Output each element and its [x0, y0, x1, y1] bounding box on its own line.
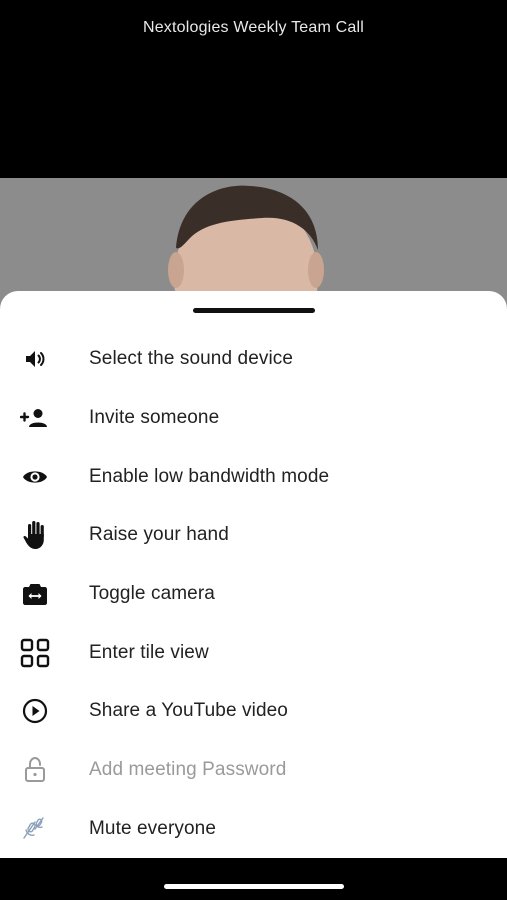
menu-item-label: Invite someone: [89, 407, 220, 429]
menu-item-label: Mute everyone: [89, 817, 216, 839]
menu-item-mute-everyone[interactable]: Mute everyone: [0, 800, 507, 859]
system-bottom-bar: [0, 858, 507, 900]
call-header: Nextologies Weekly Team Call: [0, 0, 507, 178]
menu-item-label: Add meeting Password: [89, 759, 287, 781]
lock-icon: [20, 755, 50, 785]
menu-item-label: Share a YouTube video: [89, 700, 288, 722]
switch-camera-icon: [20, 579, 50, 609]
menu-item-label: Raise your hand: [89, 524, 229, 546]
menu-item-low-bandwidth[interactable]: Enable low bandwidth mode: [0, 447, 507, 506]
menu-item-tile-view[interactable]: Enter tile view: [0, 623, 507, 682]
tile-grid-icon: [20, 638, 50, 668]
overflow-menu-list: Select the sound device Invite someone E…: [0, 330, 507, 858]
play-circle-icon: [20, 696, 50, 726]
participant-video[interactable]: [0, 178, 507, 308]
menu-item-label: Toggle camera: [89, 583, 215, 605]
participant-avatar-image: [0, 178, 507, 308]
sheet-drag-handle[interactable]: [193, 308, 315, 313]
menu-item-label: Enter tile view: [89, 641, 209, 663]
menu-item-meeting-password: Add meeting Password: [0, 741, 507, 800]
eye-icon: [20, 462, 50, 492]
menu-item-raise-hand[interactable]: Raise your hand: [0, 506, 507, 565]
hand-icon: [20, 520, 50, 550]
menu-item-toggle-camera[interactable]: Toggle camera: [0, 565, 507, 624]
menu-item-sound-device[interactable]: Select the sound device: [0, 330, 507, 389]
home-indicator[interactable]: [164, 884, 344, 889]
menu-item-invite[interactable]: Invite someone: [0, 389, 507, 448]
menu-item-label: Enable low bandwidth mode: [89, 465, 330, 487]
menu-item-share-youtube[interactable]: Share a YouTube video: [0, 682, 507, 741]
menu-item-label: Select the sound device: [89, 348, 294, 370]
add-person-icon: [20, 403, 50, 433]
speaker-icon: [20, 344, 50, 374]
mic-off-icon: [20, 814, 50, 844]
overflow-menu-sheet: Select the sound device Invite someone E…: [0, 291, 507, 858]
call-title: Nextologies Weekly Team Call: [142, 19, 365, 36]
